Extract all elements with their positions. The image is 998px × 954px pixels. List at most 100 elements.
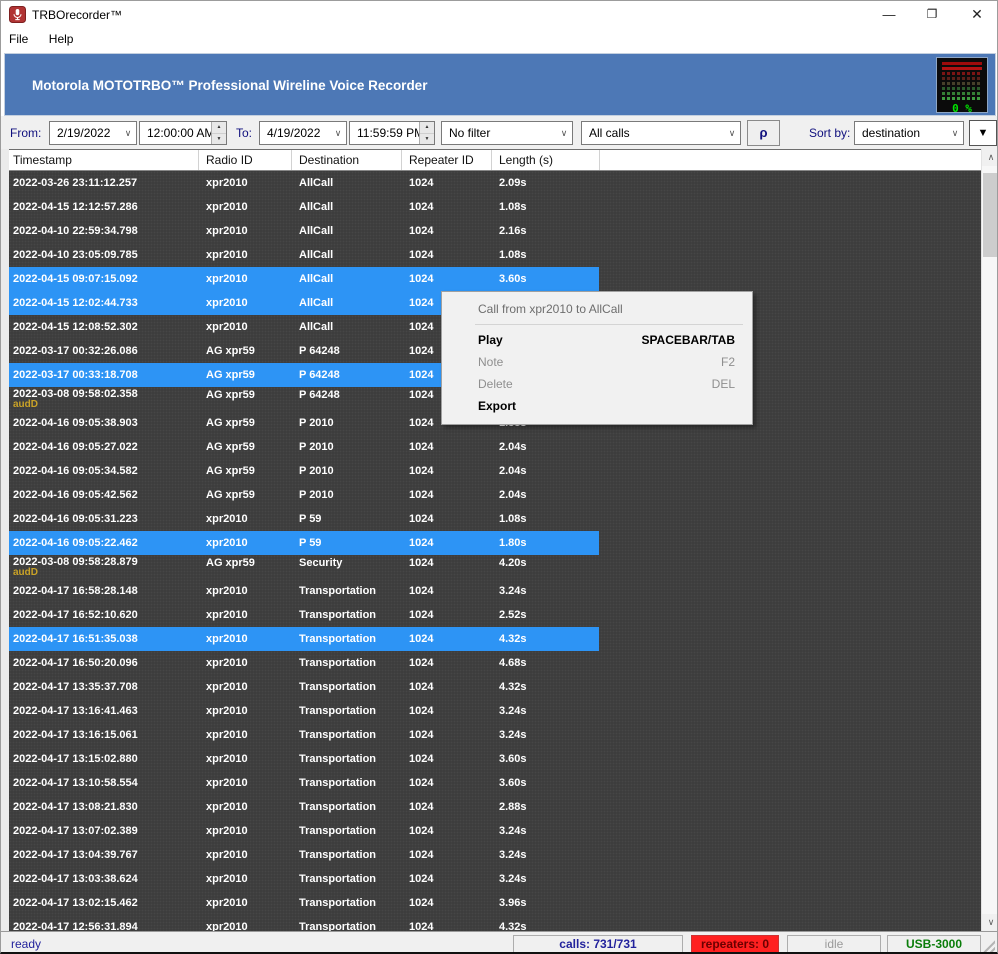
cell-destination: P 64248: [291, 387, 401, 401]
close-button[interactable]: ✕: [961, 3, 993, 26]
column-header-destination[interactable]: Destination: [291, 150, 401, 170]
cell-repeater-id: 1024: [401, 825, 491, 837]
table-header: Timestamp Radio ID Destination Repeater …: [9, 149, 981, 171]
table-row[interactable]: 2022-04-17 13:07:02.389xpr2010Transporta…: [9, 819, 981, 843]
table-row[interactable]: 2022-04-10 23:05:09.785xpr2010AllCall102…: [9, 243, 981, 267]
cell-length: 2.09s: [491, 177, 599, 189]
to-time-input[interactable]: 11:59:59 PM ▲ ▼: [349, 121, 435, 145]
spinner-up-icon[interactable]: ▲: [420, 122, 434, 134]
column-header-length[interactable]: Length (s): [491, 150, 599, 170]
table-row[interactable]: 2022-04-10 22:59:34.798xpr2010AllCall102…: [9, 219, 981, 243]
call-type-dropdown[interactable]: All calls ∨: [581, 121, 741, 145]
cell-radio-id: xpr2010: [198, 753, 291, 765]
search-button[interactable]: ρ: [747, 120, 780, 146]
cell-destination: AllCall: [291, 321, 401, 333]
cell-destination: Transportation: [291, 729, 401, 741]
menu-item-play[interactable]: PlaySPACEBAR/TAB: [442, 329, 752, 351]
column-header-radio-id[interactable]: Radio ID: [198, 150, 291, 170]
table-row[interactable]: 2022-04-17 13:03:38.624xpr2010Transporta…: [9, 867, 981, 891]
context-menu-title: Call from xpr2010 to AllCall: [442, 292, 752, 324]
table-row[interactable]: 2022-04-17 16:58:28.148xpr2010Transporta…: [9, 579, 981, 603]
minimize-button[interactable]: —: [873, 3, 905, 26]
from-time-input[interactable]: 12:00:00 AM ▲ ▼: [139, 121, 227, 145]
cell-length: 3.24s: [491, 825, 599, 837]
resize-grip-icon[interactable]: [982, 940, 995, 953]
meter-bar: [942, 82, 982, 85]
cell-radio-id: xpr2010: [198, 177, 291, 189]
cell-radio-id: AG xpr59: [198, 387, 291, 401]
table-row[interactable]: 2022-04-17 13:04:39.767xpr2010Transporta…: [9, 843, 981, 867]
column-header-repeater-id[interactable]: Repeater ID: [401, 150, 491, 170]
column-header-timestamp[interactable]: Timestamp: [9, 150, 198, 170]
menu-item-delete[interactable]: DeleteDEL: [442, 373, 752, 395]
chevron-down-icon: ∨: [724, 128, 740, 139]
sort-dropdown[interactable]: destination ∨: [854, 121, 964, 145]
cell-radio-id: xpr2010: [198, 825, 291, 837]
table-row[interactable]: 2022-03-08 09:58:28.879audDAG xpr59Secur…: [9, 555, 981, 579]
spinner-up-icon[interactable]: ▲: [212, 122, 226, 134]
cell-timestamp: 2022-04-16 09:05:22.462: [9, 537, 198, 549]
cell-length: 3.24s: [491, 705, 599, 717]
table-row[interactable]: 2022-04-16 09:05:31.223xpr2010P 5910241.…: [9, 507, 981, 531]
from-date-select[interactable]: 2/19/2022 ∨: [49, 121, 137, 145]
cell-length: 2.16s: [491, 225, 599, 237]
table-row[interactable]: 2022-04-17 13:10:58.554xpr2010Transporta…: [9, 771, 981, 795]
status-bar: ready calls: 731/731 repeaters: 0 idle U…: [1, 931, 997, 954]
menu-file[interactable]: File: [1, 29, 36, 46]
filter-dropdown[interactable]: No filter ∨: [441, 121, 573, 145]
to-date-select[interactable]: 4/19/2022 ∨: [259, 121, 347, 145]
cell-timestamp: 2022-04-17 16:50:20.096: [9, 657, 198, 669]
table-row[interactable]: 2022-04-16 09:05:42.562AG xpr59P 2010102…: [9, 483, 981, 507]
table-row[interactable]: 2022-04-16 09:05:22.462xpr2010P 5910241.…: [9, 531, 981, 555]
scrollbar-thumb[interactable]: [983, 173, 998, 257]
menu-item-note[interactable]: NoteF2: [442, 351, 752, 373]
table-row[interactable]: 2022-04-16 09:05:34.582AG xpr59P 2010102…: [9, 459, 981, 483]
menu-help[interactable]: Help: [41, 29, 82, 46]
table-row[interactable]: 2022-04-17 13:16:15.061xpr2010Transporta…: [9, 723, 981, 747]
cell-length: 3.24s: [491, 849, 599, 861]
table-row[interactable]: 2022-04-17 16:51:35.038xpr2010Transporta…: [9, 627, 981, 651]
spinner-down-icon[interactable]: ▼: [420, 134, 434, 145]
expand-filter-button[interactable]: ▼: [969, 120, 997, 146]
table-row[interactable]: 2022-04-17 13:02:15.462xpr2010Transporta…: [9, 891, 981, 915]
cell-destination: AllCall: [291, 249, 401, 261]
menu-item-export[interactable]: Export: [442, 395, 752, 417]
table-row[interactable]: 2022-04-17 16:50:20.096xpr2010Transporta…: [9, 651, 981, 675]
audio-tag: audD: [13, 568, 198, 578]
menu-item-label: Play: [478, 333, 503, 347]
time-spinner[interactable]: ▲ ▼: [211, 122, 226, 144]
table-row[interactable]: 2022-04-16 09:05:27.022AG xpr59P 2010102…: [9, 435, 981, 459]
time-spinner[interactable]: ▲ ▼: [419, 122, 434, 144]
table-row[interactable]: 2022-04-17 13:16:41.463xpr2010Transporta…: [9, 699, 981, 723]
spinner-down-icon[interactable]: ▼: [212, 134, 226, 145]
meter-bar: [942, 67, 982, 70]
table-row[interactable]: 2022-04-17 16:52:10.620xpr2010Transporta…: [9, 603, 981, 627]
cell-length: 4.68s: [491, 657, 599, 669]
table-row[interactable]: 2022-03-26 23:11:12.257xpr2010AllCall102…: [9, 171, 981, 195]
cell-length: 2.04s: [491, 465, 599, 477]
cell-timestamp: 2022-04-16 09:05:31.223: [9, 513, 198, 525]
cell-repeater-id: 1024: [401, 465, 491, 477]
chevron-down-icon: ∨: [556, 128, 572, 139]
cell-radio-id: xpr2010: [198, 249, 291, 261]
vertical-scrollbar[interactable]: ∧ ∨: [981, 149, 998, 931]
cell-timestamp: 2022-04-17 16:52:10.620: [9, 609, 198, 621]
table-row[interactable]: 2022-04-15 12:12:57.286xpr2010AllCall102…: [9, 195, 981, 219]
menu-item-shortcut: DEL: [712, 377, 735, 391]
table-row[interactable]: 2022-04-17 12:56:31.894xpr2010Transporta…: [9, 915, 981, 931]
cell-repeater-id: 1024: [401, 249, 491, 261]
scroll-up-icon[interactable]: ∧: [982, 149, 998, 166]
maximize-button[interactable]: ❐: [916, 3, 948, 26]
table-row[interactable]: 2022-04-15 09:07:15.092xpr2010AllCall102…: [9, 267, 981, 291]
sort-by-label: Sort by:: [809, 126, 850, 140]
cell-timestamp: 2022-04-17 13:08:21.830: [9, 801, 198, 813]
table-row[interactable]: 2022-04-17 13:15:02.880xpr2010Transporta…: [9, 747, 981, 771]
scroll-down-icon[interactable]: ∨: [982, 914, 998, 931]
cell-length: 3.24s: [491, 729, 599, 741]
cell-repeater-id: 1024: [401, 849, 491, 861]
cell-length: 3.60s: [491, 777, 599, 789]
table-row[interactable]: 2022-04-17 13:35:37.708xpr2010Transporta…: [9, 675, 981, 699]
status-repeaters-badge: repeaters: 0: [691, 935, 779, 953]
table-row[interactable]: 2022-04-17 13:08:21.830xpr2010Transporta…: [9, 795, 981, 819]
cell-timestamp: 2022-03-17 00:33:18.708: [9, 369, 198, 381]
